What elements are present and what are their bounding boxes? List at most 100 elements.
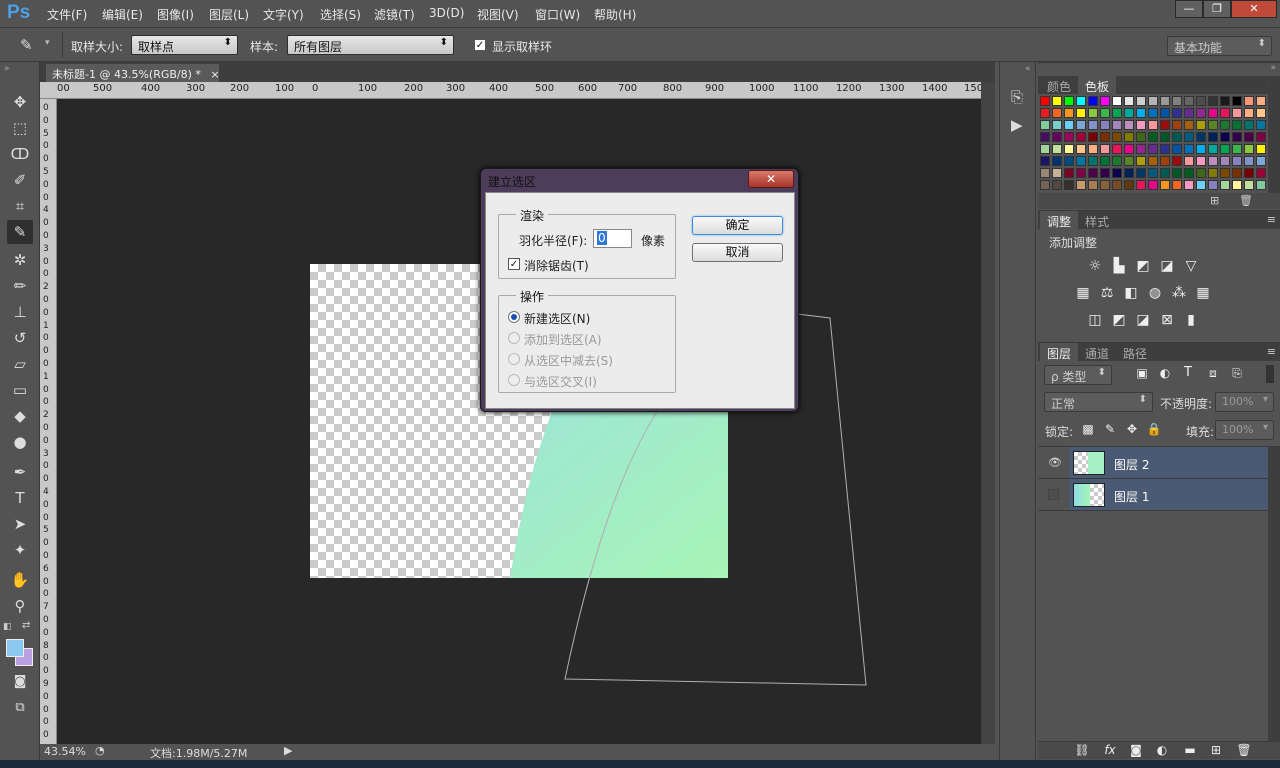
new-swatch-icon[interactable]: ⊞ [1210,194,1219,207]
color-swatch[interactable] [1232,96,1242,106]
color-swatch[interactable] [1100,96,1110,106]
cancel-button[interactable]: 取消 [692,243,783,262]
color-swatch[interactable] [1100,144,1110,154]
color-swatch[interactable] [1220,168,1230,178]
curves-icon[interactable]: ◩ [1133,258,1153,274]
adjustment-layer-icon[interactable]: ◐ [1152,743,1172,757]
color-swatch[interactable] [1148,120,1158,130]
threshold-icon[interactable]: ◪ [1133,312,1153,328]
color-swatch[interactable] [1256,168,1266,178]
color-swatch[interactable] [1184,144,1194,154]
color-swatch[interactable] [1208,132,1218,142]
color-swatch[interactable] [1040,168,1050,178]
color-swatch[interactable] [1172,168,1182,178]
layer-row[interactable]: 👁 图层 2 [1038,447,1280,479]
color-swatch[interactable] [1232,132,1242,142]
minimize-button[interactable]: — [1175,0,1203,18]
restore-button[interactable]: ❐ [1203,0,1231,18]
link-layers-icon[interactable]: ⛓ [1072,743,1092,757]
color-swatch[interactable] [1136,180,1146,190]
color-swatch[interactable] [1064,120,1074,130]
color-swatch[interactable] [1184,96,1194,106]
color-swatch[interactable] [1220,156,1230,166]
brightness-icon[interactable]: ☼ [1085,258,1105,274]
color-swatch[interactable] [1064,132,1074,142]
color-swatch[interactable] [1112,156,1122,166]
color-swatch[interactable] [1172,144,1182,154]
workspace-select[interactable]: 基本功能 ⬍ [1167,36,1272,56]
op-new-radio[interactable] [508,311,520,323]
new-layer-icon[interactable]: ⊞ [1206,743,1226,757]
visibility-toggle[interactable] [1048,489,1059,500]
op-new-label[interactable]: 新建选区(N) [524,310,590,327]
panel-menu-icon[interactable]: ≡ [1267,213,1276,226]
status-info-icon[interactable]: ◔ [95,744,105,757]
add-mask-icon[interactable]: ◙ [1126,743,1146,757]
layer-name[interactable]: 图层 2 [1114,456,1149,473]
dialog-close-button[interactable]: ✕ [748,170,794,188]
color-swatch[interactable] [1208,168,1218,178]
color-swatch[interactable] [1208,144,1218,154]
color-swatch[interactable] [1184,168,1194,178]
color-swatch[interactable] [1196,96,1206,106]
color-swatch[interactable] [1052,180,1062,190]
color-swatch[interactable] [1052,108,1062,118]
color-swatch[interactable] [1148,180,1158,190]
color-swatch[interactable] [1196,168,1206,178]
color-swatch[interactable] [1232,144,1242,154]
color-swatch[interactable] [1088,108,1098,118]
trash-icon[interactable]: 🗑 [1239,194,1253,207]
color-swatch[interactable] [1076,180,1086,190]
filter-adjustment-icon[interactable]: ◐ [1155,366,1175,380]
color-swatch[interactable] [1124,120,1134,130]
color-balance-icon[interactable]: ⚖ [1097,285,1117,301]
color-swatch[interactable] [1196,132,1206,142]
color-swatch[interactable] [1088,96,1098,106]
color-swatch[interactable] [1256,108,1266,118]
color-swatch[interactable] [1232,156,1242,166]
color-swatch[interactable] [1064,108,1074,118]
color-swatch[interactable] [1256,132,1266,142]
color-swatch[interactable] [1256,144,1266,154]
vibrance-icon[interactable]: ▽ [1181,258,1201,274]
color-swatch[interactable] [1088,144,1098,154]
collapse-dock-icon[interactable]: » [1270,63,1276,73]
gradient-map-icon[interactable]: ▮ [1181,312,1201,328]
color-swatch[interactable] [1220,180,1230,190]
filter-type-icon[interactable]: T [1178,365,1198,380]
filter-smart-object-icon[interactable]: ⎘ [1227,366,1247,381]
color-swatch[interactable] [1232,168,1242,178]
color-swatch[interactable] [1124,108,1134,118]
hue-saturation-icon[interactable]: ▦ [1073,285,1093,301]
color-swatch[interactable] [1064,168,1074,178]
filter-toggle[interactable] [1266,365,1274,383]
color-swatch[interactable] [1136,96,1146,106]
feather-input[interactable]: 0 [593,229,632,248]
color-swatch[interactable] [1088,120,1098,130]
exposure-icon[interactable]: ◪ [1157,258,1177,274]
color-swatch[interactable] [1232,180,1242,190]
color-lookup-icon[interactable]: ▦ [1193,285,1213,301]
color-swatch[interactable] [1112,132,1122,142]
color-swatch[interactable] [1064,96,1074,106]
color-swatch[interactable] [1112,120,1122,130]
color-swatch[interactable] [1052,168,1062,178]
color-swatch[interactable] [1244,108,1254,118]
color-swatch[interactable] [1088,156,1098,166]
color-swatch[interactable] [1220,144,1230,154]
delete-layer-icon[interactable]: 🗑 [1234,743,1254,757]
color-swatch[interactable] [1220,120,1230,130]
layer-name[interactable]: 图层 1 [1114,488,1149,505]
color-swatch[interactable] [1112,96,1122,106]
color-swatch[interactable] [1052,144,1062,154]
color-swatch[interactable] [1172,156,1182,166]
color-swatch[interactable] [1172,108,1182,118]
zoom-level[interactable]: 43.54% [44,745,86,758]
color-swatch[interactable] [1220,108,1230,118]
color-swatch[interactable] [1148,168,1158,178]
color-swatch[interactable] [1088,180,1098,190]
color-swatch[interactable] [1100,168,1110,178]
color-swatch[interactable] [1196,180,1206,190]
color-swatch[interactable] [1160,96,1170,106]
color-swatch[interactable] [1148,108,1158,118]
